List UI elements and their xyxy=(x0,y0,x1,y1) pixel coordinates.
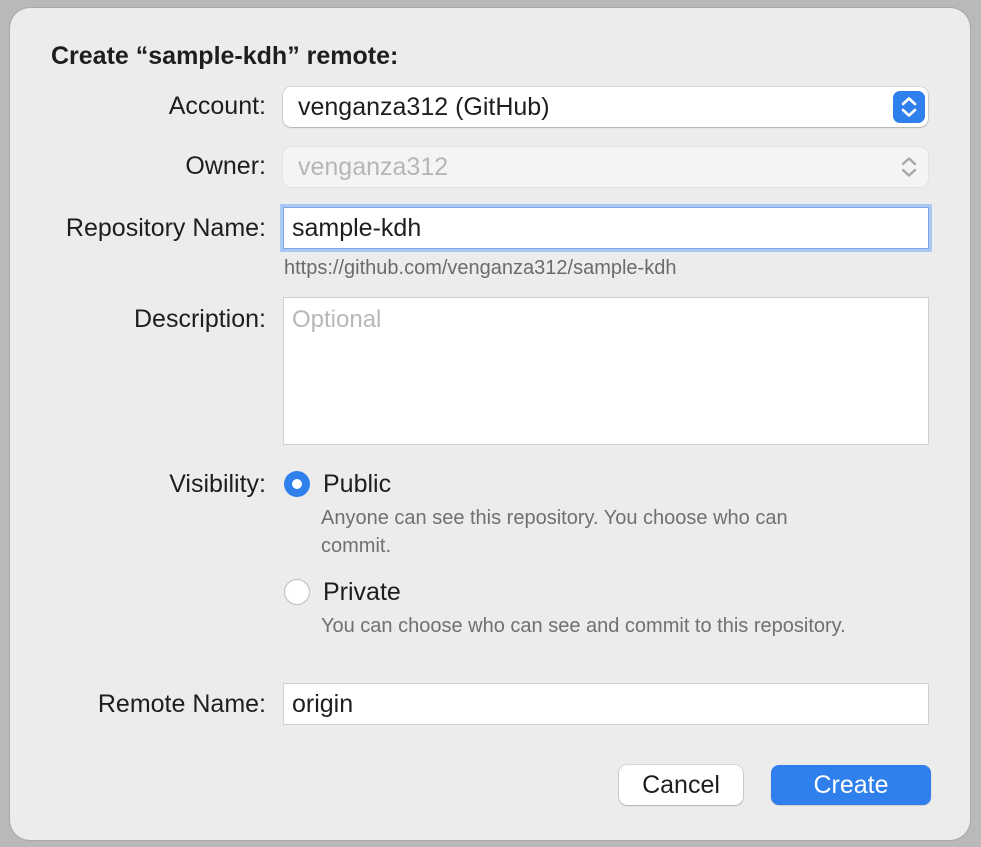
private-radio-label[interactable]: Private xyxy=(323,578,401,607)
account-value: venganza312 (GitHub) xyxy=(298,93,550,121)
owner-popup: venganza312 xyxy=(283,147,928,187)
account-popup[interactable]: venganza312 (GitHub) xyxy=(283,87,928,127)
visibility-label: Visibility: xyxy=(169,470,266,498)
remote-name-field[interactable]: origin xyxy=(284,684,928,724)
private-radio[interactable] xyxy=(284,579,310,605)
owner-value: venganza312 xyxy=(298,153,449,181)
repository-name-field[interactable]: sample-kdh xyxy=(284,208,928,248)
public-radio[interactable] xyxy=(284,471,310,497)
public-description: Anyone can see this repository. You choo… xyxy=(321,507,788,557)
cancel-button[interactable]: Cancel xyxy=(619,765,743,805)
create-remote-dialog: Create “sample-kdh” remote: Account: ven… xyxy=(10,8,970,840)
dialog-title: Create “sample-kdh” remote: xyxy=(51,42,399,70)
remote-name-value: origin xyxy=(292,690,354,718)
up-down-chevron-icon xyxy=(893,151,925,183)
private-description: You can choose who can see and commit to… xyxy=(321,615,846,637)
repository-url: https://github.com/venganza312/sample-kd… xyxy=(284,257,677,279)
description-field[interactable]: Optional xyxy=(284,298,928,444)
owner-label: Owner: xyxy=(185,152,266,180)
description-placeholder: Optional xyxy=(292,306,382,333)
remote-name-label: Remote Name: xyxy=(97,690,266,718)
create-button[interactable]: Create xyxy=(771,765,931,805)
description-label: Description: xyxy=(134,305,266,333)
up-down-chevron-icon xyxy=(893,91,925,123)
repository-name-label: Repository Name: xyxy=(65,214,266,242)
public-radio-label[interactable]: Public xyxy=(323,470,391,499)
repository-name-value: sample-kdh xyxy=(292,214,422,242)
account-label: Account: xyxy=(168,92,266,120)
